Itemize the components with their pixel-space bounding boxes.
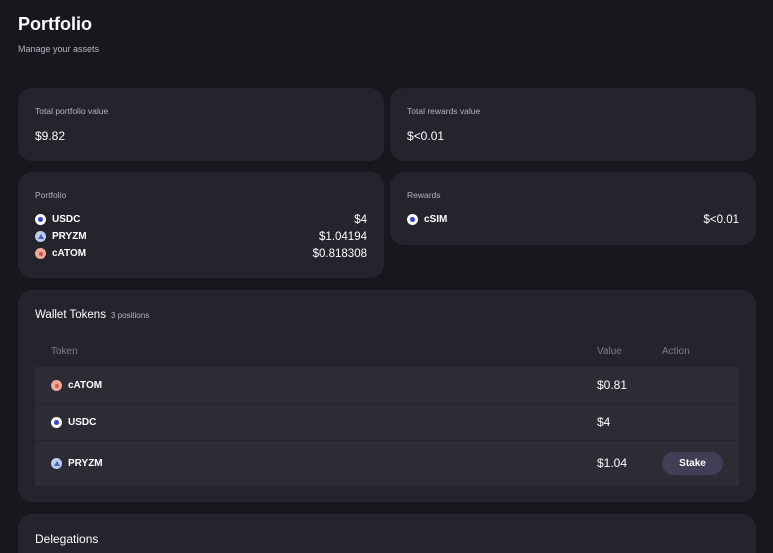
token-value: $1.04 [597,456,628,470]
asset-name: PRYZM [52,231,87,242]
wallet-tokens-card: Wallet Tokens 3 positions Token Value Act… [18,290,756,502]
token-value: $0.81 [597,378,628,392]
column-header-value: Value [597,346,622,357]
rewards-label: Rewards [407,190,441,200]
asset-value: $4 [354,213,367,226]
table-row: USDC $4 [35,404,739,440]
table-row: cATOM $0.81 [35,367,739,403]
total-rewards-value: $<0.01 [407,129,445,143]
portfolio-card: Portfolio USDC $4 PRYZM $1.04194 cATOM $… [18,172,384,278]
rewards-item-csim: cSIM $<0.01 [407,211,739,228]
wallet-tokens-title: Wallet Tokens [35,309,106,321]
portfolio-item-pryzm: PRYZM $1.04194 [35,228,367,245]
total-portfolio-label: Total portfolio value [35,106,109,116]
catom-icon [35,248,46,259]
page-subtitle: Manage your assets [18,44,100,54]
wallet-tokens-heading: Wallet Tokens 3 positions [35,309,149,321]
stake-button[interactable]: Stake [662,452,723,475]
token-cell: USDC [51,417,96,428]
delegations-card: Delegations [18,514,756,553]
token-value: $4 [597,415,611,429]
table-row: PRYZM $1.04 Stake [35,441,739,486]
usdc-icon [51,417,62,428]
rewards-card: Rewards cSIM $<0.01 [390,172,756,245]
page-title: Portfolio [18,14,92,34]
total-portfolio-card: Total portfolio value $9.82 [18,88,384,161]
usdc-icon [35,214,46,225]
catom-icon [51,380,62,391]
total-rewards-card: Total rewards value $<0.01 [390,88,756,161]
column-header-token: Token [51,346,78,357]
asset-value: $0.818308 [312,247,367,260]
token-name: cATOM [68,380,103,391]
asset-value: $<0.01 [703,213,740,226]
token-name: USDC [68,417,97,428]
csim-icon [407,214,418,225]
portfolio-item-catom: cATOM $0.818308 [35,245,367,262]
pryzm-icon [51,458,62,469]
token-cell: PRYZM [51,458,103,469]
portfolio-label: Portfolio [35,190,67,200]
portfolio-item-usdc: USDC $4 [35,211,367,228]
asset-name: USDC [52,214,81,225]
delegations-title: Delegations [35,532,99,546]
token-cell: cATOM [51,380,102,391]
pryzm-icon [35,231,46,242]
asset-name: cSIM [424,214,448,225]
asset-name: cATOM [52,248,87,259]
positions-count: 3 positions [110,311,150,320]
asset-value: $1.04194 [319,230,367,243]
column-header-action: Action [662,346,690,357]
total-portfolio-value: $9.82 [35,129,66,143]
token-name: PRYZM [68,458,103,469]
total-rewards-label: Total rewards value [407,106,481,116]
